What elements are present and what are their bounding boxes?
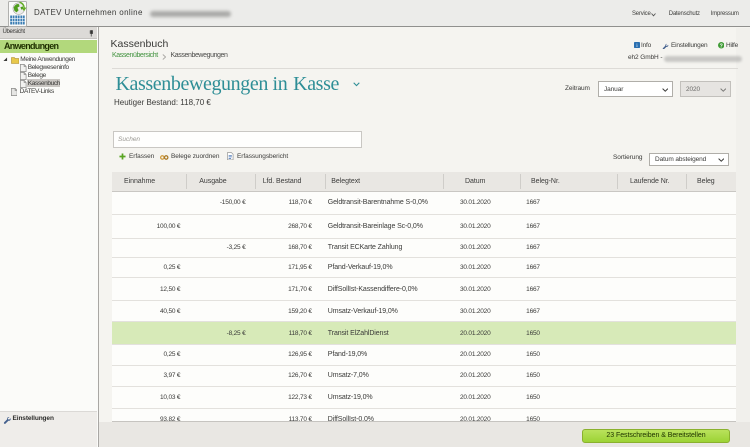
svg-text:?: ? bbox=[719, 43, 722, 48]
